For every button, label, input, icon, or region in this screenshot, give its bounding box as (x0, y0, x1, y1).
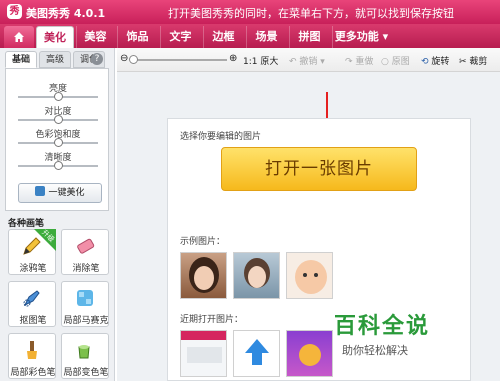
restore-original-button[interactable]: ○ 原图 (381, 54, 410, 67)
original-size-button[interactable]: 1:1 原大 (243, 54, 278, 67)
watermark-subtitle: 助你轻松解决 (342, 344, 408, 357)
tab-text[interactable]: 文字 (160, 26, 200, 48)
brush-local-mosaic[interactable]: 局部马赛克 (61, 281, 109, 327)
undo-button[interactable]: ↶ 撤销 ▾ (289, 54, 325, 67)
paint-bucket-icon (78, 345, 90, 359)
brush-label: 局部变色笔 (63, 368, 109, 378)
home-tab[interactable] (4, 26, 34, 48)
recent-image-3[interactable] (286, 330, 333, 377)
sample-images-label: 示例图片： (180, 237, 226, 247)
tab-collage[interactable]: 拼图 (289, 26, 329, 48)
subtab-advanced[interactable]: 高级 (39, 51, 71, 68)
tab-cosmetic[interactable]: 美容 (76, 26, 114, 48)
rotate-label: 旋转 (431, 57, 450, 67)
restore-label: 原图 (391, 57, 410, 67)
app-title: 美图秀秀 4.0.1 (26, 7, 106, 20)
zoom-slider-thumb[interactable] (129, 55, 138, 64)
upload-thumbnail-icon (245, 339, 269, 365)
watermark: 百科全说 助你轻松解决 (334, 308, 484, 358)
open-image-button[interactable]: 打开一张图片 (221, 147, 417, 191)
crop-icon: ✂ (459, 57, 467, 67)
title-bar: 秀 美图秀秀 4.0.1 打开美图秀秀的同时，在菜单右下方，就可以找到保存按钮 (0, 0, 500, 24)
brush-local-recolor-pen[interactable]: 局部变色笔 (61, 333, 109, 379)
tab-more-label: 更多功能 (334, 30, 379, 43)
rotate-button[interactable]: ⟲ 旋转 (421, 54, 449, 67)
contrast-slider[interactable] (18, 115, 98, 124)
rotate-icon: ⟲ (421, 57, 429, 67)
subtab-basic[interactable]: 基础 (5, 51, 37, 68)
brush-label: 局部马赛克 (63, 316, 109, 326)
recent-image-2[interactable] (233, 330, 280, 377)
cutout-pen-icon (23, 290, 40, 307)
contrast-slider-thumb[interactable] (54, 115, 63, 124)
brush-label: 涂鸦笔 (19, 264, 47, 274)
tab-frames[interactable]: 边框 (203, 26, 243, 48)
portrait-thumbnail-icon (244, 258, 270, 288)
eraser-icon (77, 238, 95, 254)
sharpness-slider-thumb[interactable] (54, 161, 63, 170)
screenshot-thumbnail-icon (181, 331, 226, 363)
redo-button[interactable]: ↷ 重做 (345, 54, 373, 67)
brush-local-color-pen[interactable]: 局部彩色笔 (8, 333, 56, 379)
recent-images-label: 近期打开图片： (180, 315, 244, 325)
undo-icon: ↶ (289, 57, 297, 67)
brush-doodle-pen[interactable]: 升级 涂鸦笔 (8, 228, 56, 275)
recent-image-1[interactable] (180, 330, 227, 377)
redo-label: 重做 (355, 57, 374, 67)
color-brush-icon (27, 341, 37, 359)
brightness-slider[interactable] (18, 92, 98, 101)
zoom-out-icon[interactable]: ⊖ (120, 53, 128, 64)
app-logo-icon: 秀 (7, 4, 22, 19)
tab-beautify[interactable]: 美化 (36, 26, 74, 48)
baby-thumbnail-icon (295, 260, 327, 294)
home-icon (14, 32, 24, 42)
main-tab-row: 美化 美容 饰品 文字 边框 场景 拼图 更多功能 ▾ (0, 24, 500, 48)
image-toolbar: ⊖ ⊕ 1:1 原大 ↶ 撤销 ▾ ↷ 重做 ○ 原图 ⟲ 旋转 ✂ 裁剪 (117, 48, 500, 72)
top-banner-text: 打开美图秀秀的同时，在菜单右下方，就可以找到保存按钮 (168, 7, 454, 20)
left-panel: 基础 高级 调色 ? 亮度 对比度 色彩饱和度 清晰度 一键美化 各种画笔 升级… (0, 48, 115, 381)
brush-section-title: 各种画笔 (8, 219, 45, 229)
one-click-beautify-button[interactable]: 一键美化 (18, 183, 102, 203)
brush-cutout-pen[interactable]: 抠图笔 (8, 281, 56, 327)
select-image-prompt: 选择你要编辑的图片 (180, 132, 262, 142)
zoom-slider[interactable] (129, 55, 227, 64)
sample-image-3[interactable] (286, 252, 333, 299)
saturation-slider[interactable] (18, 138, 98, 147)
sample-image-1[interactable] (180, 252, 227, 299)
sample-image-2[interactable] (233, 252, 280, 299)
undo-label: 撤销 (299, 57, 318, 67)
crop-button[interactable]: ✂ 裁剪 (459, 54, 487, 67)
mosaic-icon (77, 290, 93, 306)
brush-label: 抠图笔 (19, 316, 47, 326)
watermark-title: 百科全说 (334, 314, 431, 339)
tab-more-features[interactable]: 更多功能 ▾ (332, 26, 390, 48)
magic-wand-icon (35, 186, 46, 196)
restore-icon: ○ (381, 57, 389, 67)
help-icon[interactable]: ? (91, 53, 103, 65)
one-click-beautify-label: 一键美化 (48, 188, 85, 198)
zoom-in-icon[interactable]: ⊕ (229, 53, 237, 64)
portrait-thumbnail-icon (189, 257, 219, 293)
sharpness-slider[interactable] (18, 161, 98, 170)
tab-accessories[interactable]: 饰品 (117, 26, 157, 48)
basic-adjust-panel: 亮度 对比度 色彩饱和度 清晰度 一键美化 (5, 68, 109, 211)
brush-label: 局部彩色笔 (10, 368, 56, 378)
brush-eraser-pen[interactable]: 消除笔 (61, 229, 109, 275)
redo-icon: ↷ (345, 57, 353, 67)
purple-graphic-thumbnail-icon (299, 344, 321, 366)
brush-label: 消除笔 (72, 264, 100, 274)
saturation-slider-thumb[interactable] (54, 138, 63, 147)
brightness-slider-thumb[interactable] (54, 92, 63, 101)
tab-scenes[interactable]: 场景 (246, 26, 286, 48)
crop-label: 裁剪 (469, 57, 488, 67)
